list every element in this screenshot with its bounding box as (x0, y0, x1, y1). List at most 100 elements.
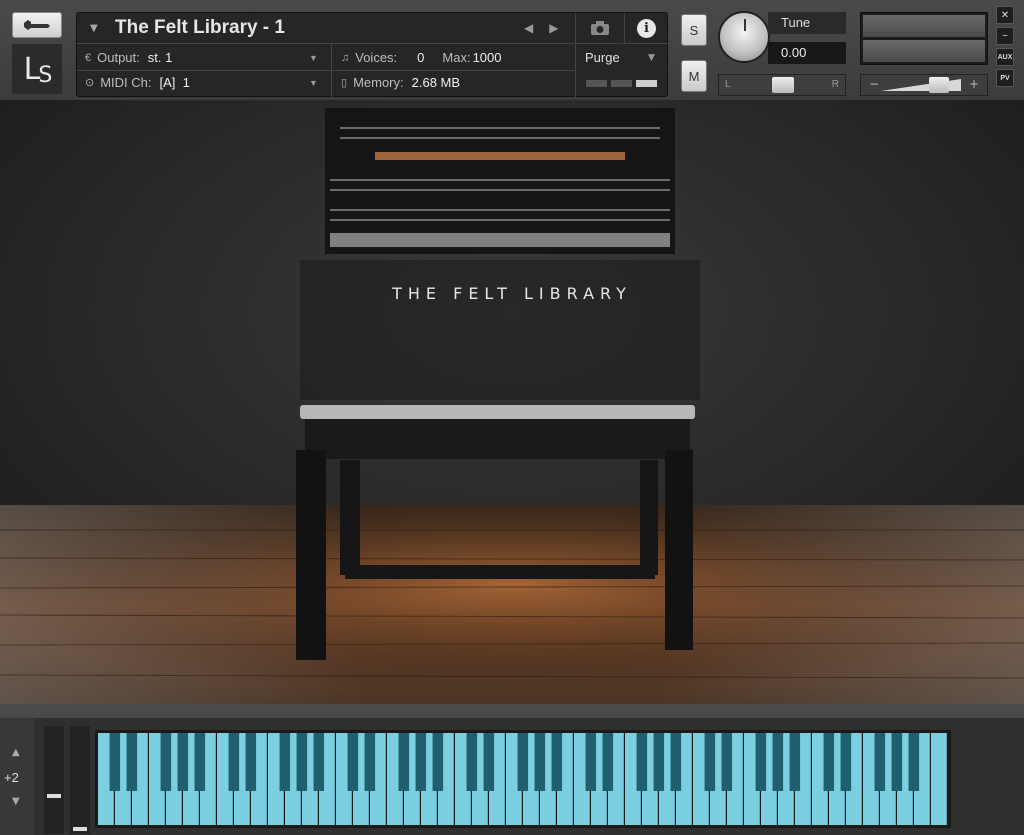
snapshot-button[interactable] (575, 13, 623, 44)
black-key[interactable] (398, 733, 410, 791)
black-key[interactable] (653, 733, 665, 791)
output-selector[interactable]: € Output: st. 1 ▼ (85, 50, 330, 65)
black-key[interactable] (415, 733, 427, 791)
octave-down-icon[interactable]: ▼ (12, 796, 20, 807)
logo-letter: L (23, 51, 41, 87)
black-key[interactable] (177, 733, 189, 791)
octave-offset: +2 (4, 770, 19, 785)
tune-value[interactable]: 0.00 (768, 42, 846, 64)
solo-button[interactable]: S (681, 14, 707, 46)
black-key[interactable] (194, 733, 206, 791)
black-key[interactable] (347, 733, 359, 791)
next-arrow-icon[interactable]: ▶ (549, 21, 558, 35)
divider (77, 70, 574, 71)
black-key[interactable] (772, 733, 784, 791)
memory-value: 2.68 MB (411, 75, 461, 90)
mute-button[interactable]: M (681, 60, 707, 92)
voices-icon: ♫ (341, 51, 350, 64)
white-key[interactable] (931, 733, 947, 825)
purge-caret-icon: ▼ (648, 53, 655, 63)
black-key[interactable] (126, 733, 138, 791)
black-key[interactable] (789, 733, 801, 791)
pan-slider[interactable]: L R (718, 74, 846, 96)
octave-control: ▲ +2 ▼ (0, 718, 34, 835)
instrument-panel: ▼ The Felt Library - 1 ◀ ▶ i € Output: s… (76, 12, 668, 97)
close-button[interactable]: ✕ (996, 6, 1014, 24)
black-key[interactable] (466, 733, 478, 791)
instrument-title[interactable]: The Felt Library - 1 (115, 17, 285, 39)
black-key[interactable] (228, 733, 240, 791)
instrument-title-row: ▼ The Felt Library - 1 (77, 13, 574, 44)
black-key[interactable] (891, 733, 903, 791)
black-key[interactable] (670, 733, 682, 791)
black-key[interactable] (432, 733, 444, 791)
pan-thumb[interactable] (772, 77, 794, 93)
black-key[interactable] (874, 733, 886, 791)
aux-button[interactable]: AUX (996, 48, 1014, 66)
black-key[interactable] (364, 733, 376, 791)
tune-knob[interactable] (718, 11, 770, 63)
voices-label: Voices: (355, 50, 398, 65)
black-key[interactable] (551, 733, 563, 791)
camera-icon (590, 21, 609, 35)
purge-level-bars (586, 80, 657, 87)
voices-value: 0 (417, 50, 425, 65)
instrument-header: LS ▼ The Felt Library - 1 ◀ ▶ i € Output… (0, 0, 1024, 100)
output-caret-icon: ▼ (309, 53, 318, 63)
pitch-wheel[interactable] (44, 726, 64, 834)
octave-up-icon[interactable]: ▲ (12, 747, 20, 758)
black-key[interactable] (602, 733, 614, 791)
volume-thumb[interactable] (929, 77, 949, 93)
minimize-button[interactable]: − (996, 27, 1014, 45)
black-key[interactable] (517, 733, 529, 791)
info-button[interactable]: i (624, 13, 668, 44)
pv-button[interactable]: PV (996, 69, 1014, 87)
black-key[interactable] (908, 733, 920, 791)
black-key[interactable] (823, 733, 835, 791)
black-key[interactable] (109, 733, 121, 791)
divider (331, 44, 332, 97)
prev-arrow-icon[interactable]: ◀ (524, 21, 533, 35)
pan-left-label: L (725, 79, 731, 90)
black-key[interactable] (245, 733, 257, 791)
mod-wheel[interactable] (70, 726, 90, 834)
purge-menu[interactable]: Purge ▼ (575, 44, 668, 97)
volume-slider[interactable]: − + (860, 74, 988, 96)
black-key[interactable] (721, 733, 733, 791)
piano-keyboard[interactable] (95, 730, 951, 828)
black-key[interactable] (636, 733, 648, 791)
dropdown-arrow-icon[interactable]: ▼ (90, 23, 100, 34)
piano-scene-image (0, 100, 1024, 704)
pan-right-label: R (831, 79, 839, 90)
midi-channel-selector[interactable]: ⊙ MIDI Ch: [A] 1 ▼ (85, 75, 330, 90)
black-key[interactable] (840, 733, 852, 791)
max-voices-value[interactable]: 1000 (473, 50, 502, 65)
output-icon: € (85, 51, 92, 64)
black-key[interactable] (296, 733, 308, 791)
black-key[interactable] (160, 733, 172, 791)
volume-plus-label: + (968, 77, 979, 91)
black-key[interactable] (755, 733, 767, 791)
memory-readout: ▯ Memory: 2.68 MB (341, 75, 460, 90)
voices-readout: ♫ Voices: 0 Max: 1000 (341, 50, 502, 65)
black-key[interactable] (483, 733, 495, 791)
artwork-title: THE FELT LIBRARY (392, 284, 632, 303)
black-key[interactable] (313, 733, 325, 791)
black-key[interactable] (534, 733, 546, 791)
midi-icon: ⊙ (85, 77, 95, 89)
output-label: Output: (97, 50, 140, 65)
black-key[interactable] (585, 733, 597, 791)
black-key[interactable] (704, 733, 716, 791)
instrument-artwork: THE FELT LIBRARY (0, 100, 1024, 704)
level-meter (860, 12, 988, 65)
wrench-icon (24, 20, 50, 30)
wrench-button[interactable] (12, 12, 62, 38)
ls-logo: LS (12, 44, 62, 94)
output-value: st. 1 (147, 50, 173, 65)
black-key[interactable] (279, 733, 291, 791)
midi-caret-icon: ▼ (309, 78, 318, 88)
purge-label: Purge (585, 50, 620, 65)
memory-label: Memory: (353, 75, 404, 90)
midi-value: [A] 1 (159, 75, 190, 90)
max-label: Max: (442, 50, 471, 65)
